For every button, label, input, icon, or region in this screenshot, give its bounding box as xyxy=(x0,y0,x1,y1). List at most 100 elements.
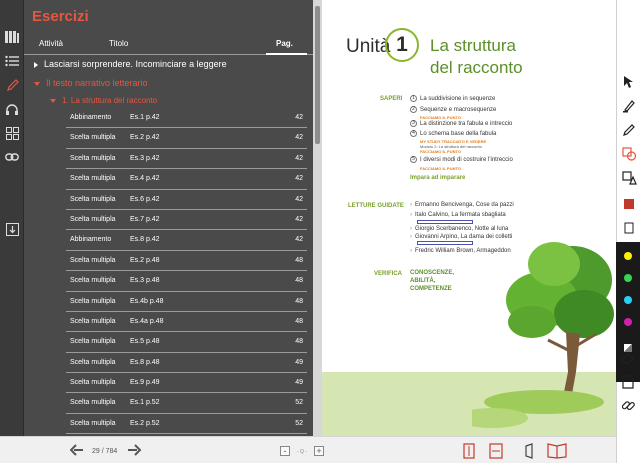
saperi-tag[interactable]: FACCIAMO IL PUNTO xyxy=(420,166,461,171)
verifica-text: ABILITÀ, xyxy=(410,278,436,284)
arrow-icon: › xyxy=(410,248,412,254)
saperi-item[interactable]: 1 La suddivisione in sequenze xyxy=(410,95,495,102)
item-text: La suddivisione in sequenze xyxy=(420,96,496,103)
collapse-arrow-icon xyxy=(50,98,56,103)
exercise-page: 42 xyxy=(295,154,303,162)
pen-icon[interactable] xyxy=(621,122,637,138)
link-icon[interactable] xyxy=(3,148,21,166)
column-page[interactable]: Pag. xyxy=(276,39,293,48)
exercise-row[interactable]: Scelta multipla Es.6 p.42 42 xyxy=(66,190,307,210)
verifica-text: COMPETENZE xyxy=(410,286,452,292)
grid-icon[interactable] xyxy=(3,124,21,142)
tree-item[interactable]: Lasciarsi sorprendere. Incominciare a le… xyxy=(34,59,227,69)
headphones-icon[interactable] xyxy=(3,100,21,118)
exercise-type: Scelta multipla xyxy=(70,338,116,346)
pencil-icon[interactable] xyxy=(3,76,21,94)
zoom-out-button[interactable]: - xyxy=(280,446,290,456)
exercise-title: Es.3 p.48 xyxy=(130,277,160,285)
unit-title-line1: La struttura xyxy=(430,36,516,55)
arrow-icon: › xyxy=(410,212,412,218)
exercise-page: 42 xyxy=(295,195,303,203)
lettura-text: Ermanno Bencivenga, Cose da pazzi xyxy=(415,202,514,208)
exercise-row[interactable]: Scelta multipla Es.2 p.42 42 xyxy=(66,128,307,149)
lettura-item[interactable]: › Italo Calvino, La fermata sbagliata xyxy=(410,212,506,218)
exercise-title: Es.4a p.48 xyxy=(130,317,164,325)
highlighter-icon[interactable] xyxy=(621,98,637,114)
audio-link-box[interactable] xyxy=(417,220,473,224)
item-number: 5 xyxy=(410,156,417,163)
saperi-item[interactable]: 4 Lo schema base della fabula xyxy=(410,130,496,137)
exercise-page: 42 xyxy=(295,236,303,244)
exercise-row[interactable]: Scelta multipla Es.1 p.52 52 xyxy=(66,393,307,414)
attach-icon[interactable] xyxy=(620,398,636,414)
exercise-row[interactable]: Scelta multipla Es.9 p.49 49 xyxy=(66,373,307,394)
exercise-page: 52 xyxy=(295,399,303,407)
saperi-item[interactable]: 3 La distinzione tra fabula e intreccio xyxy=(410,120,512,127)
saperi-item[interactable]: 2 Sequenze e macrosequenze xyxy=(410,106,496,113)
impara-link[interactable]: Impara ad imparare xyxy=(410,175,465,181)
exercise-row[interactable]: Scelta multipla Es.4 p.42 42 xyxy=(66,169,307,190)
exercise-page: 49 xyxy=(295,379,303,387)
exercise-type: Scelta multipla xyxy=(70,195,116,203)
list-icon[interactable] xyxy=(3,52,21,70)
page-icon[interactable] xyxy=(620,374,636,390)
color-swatch-cyan[interactable] xyxy=(624,296,632,304)
exercise-row[interactable]: Abbinamento Es.8 p.42 42 xyxy=(66,230,307,251)
exercise-row[interactable]: Scelta multipla Es.4a p.48 48 xyxy=(66,312,307,333)
column-title[interactable]: Titolo xyxy=(109,39,128,48)
unit-label: Unità xyxy=(346,36,391,57)
books-icon[interactable] xyxy=(3,28,21,46)
letture-label: LETTURE GUIDATE xyxy=(348,203,404,209)
exercise-title: Es.8 p.48 xyxy=(130,358,160,366)
arrow-icon: › xyxy=(410,226,412,232)
exercise-page: 42 xyxy=(295,175,303,183)
arrow-right-icon xyxy=(128,444,141,456)
exercise-row[interactable]: Scelta multipla Es.3 p.48 48 xyxy=(66,271,307,292)
saperi-item[interactable]: 5I diversi modi di costruire l'intreccio xyxy=(410,156,513,163)
color-swatch-magenta[interactable] xyxy=(624,318,632,326)
exercise-title: Es.1 p.52 xyxy=(130,399,160,407)
shapes-alt-icon[interactable] xyxy=(621,170,637,186)
single-page-icon[interactable] xyxy=(524,443,538,459)
double-page-icon[interactable] xyxy=(546,443,568,459)
scrollbar-thumb[interactable] xyxy=(315,6,320,144)
prev-page-button[interactable] xyxy=(70,444,84,456)
exercise-row[interactable]: Scelta multipla Es.8 p.48 49 xyxy=(66,353,307,374)
column-activity[interactable]: Attività xyxy=(39,39,63,48)
item-text: I diversi modi di costruire l'intreccio xyxy=(420,157,513,164)
saperi-tag[interactable]: FACCIAMO IL PUNTO xyxy=(420,149,461,154)
download-icon[interactable] xyxy=(3,220,21,238)
exercise-row[interactable]: Scelta multipla Es.7 p.42 42 xyxy=(66,210,307,231)
color-swatch-yellow[interactable] xyxy=(624,252,632,260)
tree-item-label: Il testo narrativo letterario xyxy=(46,78,148,88)
select-cursor-icon[interactable] xyxy=(621,74,637,90)
app-window: Esercizi Attività Titolo Pag. Lasciarsi … xyxy=(0,0,640,463)
color-swatch-green[interactable] xyxy=(624,274,632,282)
arrow-icon: › xyxy=(410,234,412,240)
fit-height-icon[interactable] xyxy=(462,443,476,459)
audio-link-box[interactable] xyxy=(417,241,473,245)
exercise-row[interactable]: Scelta multipla Es.3 p.42 42 xyxy=(66,149,307,170)
left-toolbar xyxy=(0,0,24,436)
right-toolbar xyxy=(616,0,640,463)
next-page-button[interactable] xyxy=(127,444,141,456)
fit-width-icon[interactable] xyxy=(488,443,504,459)
zoom-label: - Q - xyxy=(297,449,307,455)
lettura-item[interactable]: › Ermanno Bencivenga, Cose da pazzi xyxy=(410,202,514,208)
page-counter[interactable]: 29 / 784 xyxy=(92,448,117,455)
tree-item[interactable]: Il testo narrativo letterario xyxy=(34,78,148,88)
eraser-icon[interactable] xyxy=(620,350,636,366)
exercise-row[interactable]: Scelta multipla Es.2 p.52 52 xyxy=(66,414,307,435)
saperi-label: SAPERI xyxy=(380,96,403,102)
exercise-page: 42 xyxy=(295,215,303,223)
stamp-icon[interactable] xyxy=(621,220,637,236)
exercise-title: Es.6 p.42 xyxy=(130,195,160,203)
tree-item[interactable]: 1. La struttura del racconto xyxy=(50,96,157,105)
exercise-row[interactable]: Scelta multipla Es.4b p.48 48 xyxy=(66,292,307,312)
exercise-row[interactable]: Scelta multipla Es.5 p.48 48 xyxy=(66,332,307,353)
exercise-row[interactable]: Abbinamento Es.1 p.42 42 xyxy=(66,108,307,129)
shapes-icon[interactable] xyxy=(621,146,637,162)
exercise-row[interactable]: Scelta multipla Es.2 p.48 48 xyxy=(66,251,307,272)
zoom-in-button[interactable]: + xyxy=(314,446,324,456)
note-icon[interactable] xyxy=(621,196,637,212)
